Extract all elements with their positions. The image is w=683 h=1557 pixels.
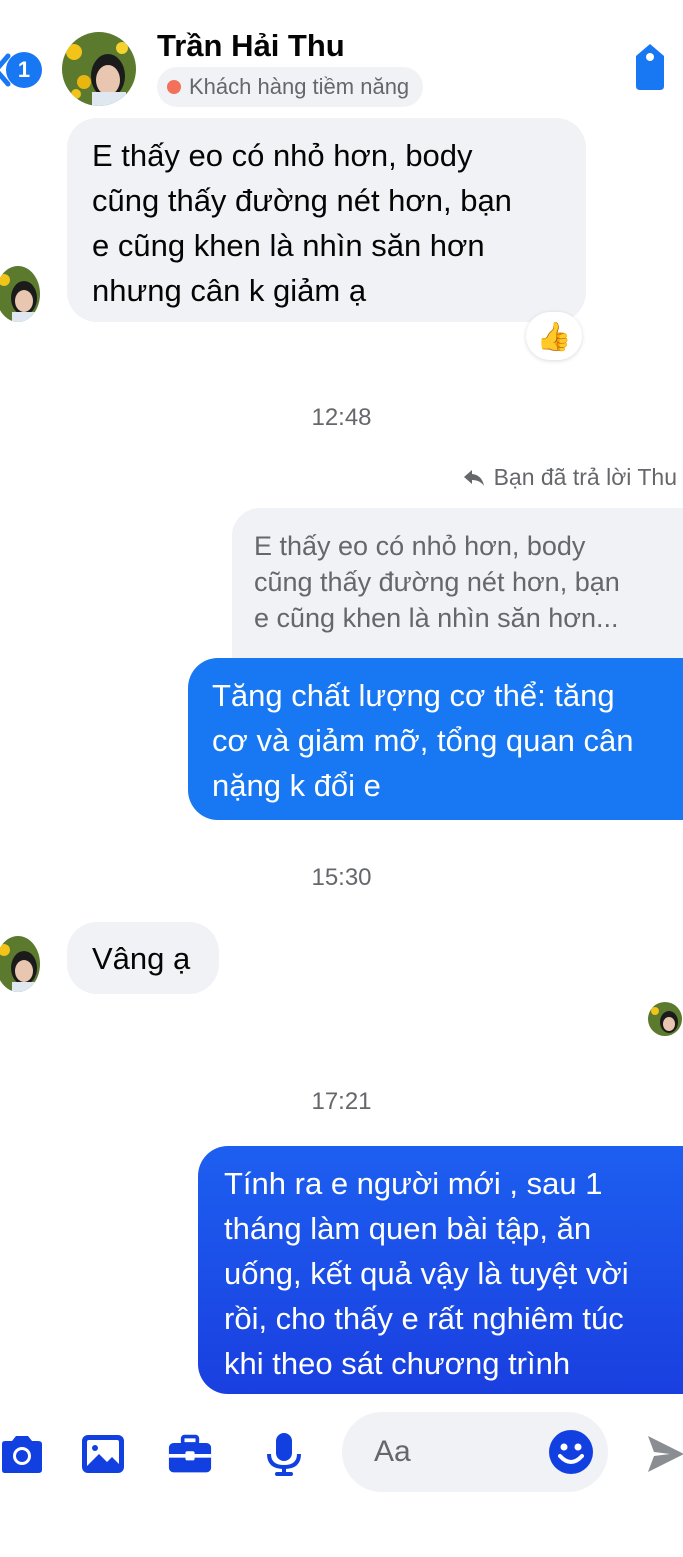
status-text: Khách hàng tiềm năng [189, 74, 410, 99]
outgoing-message-bubble[interactable]: Tính ra e người mới , sau 1 tháng làm qu… [198, 1146, 683, 1394]
quote-line: E thấy eo có nhỏ hơn, body [254, 531, 586, 561]
timestamp: 17:21 [311, 1088, 372, 1115]
tag-icon[interactable] [630, 40, 670, 92]
message-line: Tính ra e người mới , sau 1 [224, 1166, 603, 1201]
seen-avatar [648, 1002, 682, 1036]
send-icon[interactable] [646, 1432, 683, 1476]
message-line: tháng làm quen bài tập, ăn [224, 1211, 592, 1246]
message-input-placeholder: Aa [374, 1435, 411, 1468]
image-icon[interactable] [81, 1432, 125, 1476]
message-line: Tăng chất lượng cơ thể: tăng [212, 678, 615, 713]
message-line: nặng k đổi e [212, 768, 381, 803]
incoming-message-bubble[interactable]: E thấy eo có nhỏ hơn, body cũng thấy đườ… [67, 118, 586, 322]
timestamp: 12:48 [311, 404, 372, 431]
contact-name[interactable]: Trần Hải Thu [157, 28, 345, 64]
message-line: cơ và giảm mỡ, tổng quan cân [212, 723, 634, 758]
timestamp: 15:30 [311, 864, 372, 891]
customer-status-label[interactable]: Khách hàng tiềm năng [157, 67, 424, 107]
message-text: Vâng ạ [92, 941, 191, 976]
reply-arrow-icon [463, 469, 484, 486]
message-line: cũng thấy đường nét hơn, bạn [92, 183, 512, 218]
message-line: rồi, cho thấy e rất nghiêm túc [224, 1301, 624, 1336]
reply-indicator: Bạn đã trả lời Thu [462, 464, 677, 491]
message-line: nhưng cân k giảm ạ [92, 273, 367, 308]
message-line: khi theo sát chương trình [224, 1346, 571, 1381]
message-line: uống, kết quả vậy là tuyệt vời [224, 1256, 629, 1291]
status-dot [167, 80, 181, 94]
outgoing-message-bubble[interactable]: Tăng chất lượng cơ thể: tăng cơ và giảm … [188, 658, 683, 820]
message-line: E thấy eo có nhỏ hơn, body [92, 138, 473, 173]
toolbox-icon[interactable] [168, 1432, 212, 1476]
quote-line: e cũng khen là nhìn săn hơn... [254, 603, 619, 633]
microphone-icon[interactable] [262, 1432, 306, 1476]
message-line: e cũng khen là nhìn săn hơn [92, 228, 485, 263]
quoted-message[interactable]: E thấy eo có nhỏ hơn, body cũng thấy đườ… [232, 508, 683, 658]
incoming-message-bubble[interactable]: Vâng ạ [67, 922, 219, 994]
thumbs-up-reaction[interactable]: 👍 [526, 312, 582, 360]
unread-count-badge[interactable]: 1 [6, 52, 42, 88]
contact-avatar[interactable] [62, 32, 136, 106]
sender-avatar[interactable] [0, 266, 40, 322]
camera-icon[interactable] [0, 1432, 44, 1476]
sender-avatar[interactable] [0, 936, 40, 992]
quote-line: cũng thấy đường nét hơn, bạn [254, 567, 620, 597]
emoji-icon[interactable] [547, 1428, 595, 1476]
reply-label-text: Bạn đã trả lời Thu [493, 464, 677, 490]
